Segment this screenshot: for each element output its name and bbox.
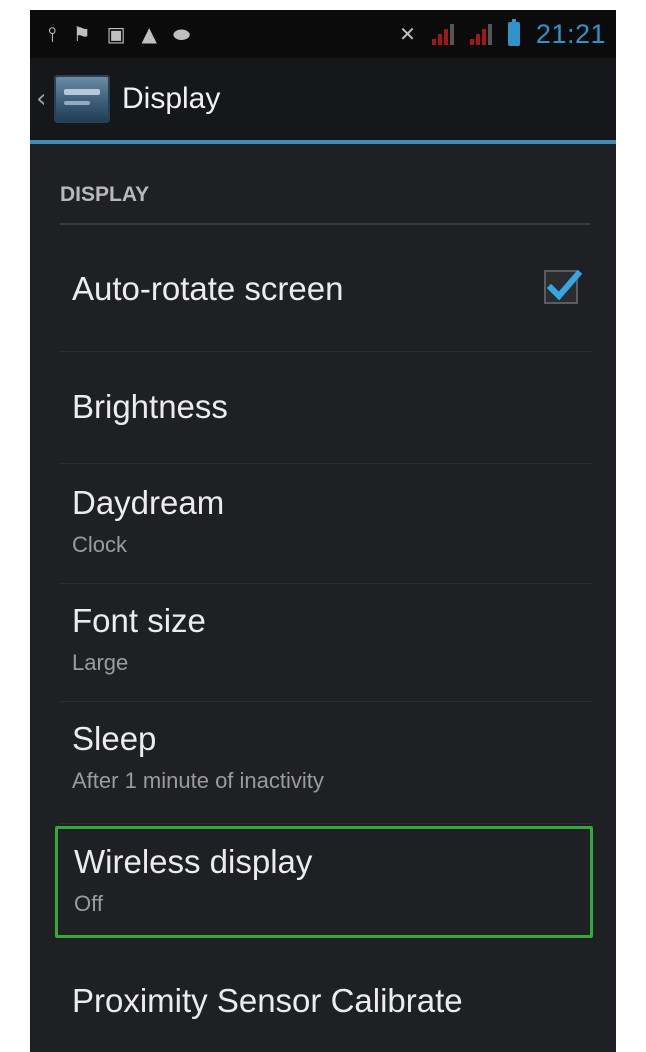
setting-font-size[interactable]: Font size Large (60, 584, 592, 702)
notification-icons: ⫯ ⚑ ▣ ▲ ⬬ (48, 24, 190, 44)
setting-title: Font size (72, 602, 206, 639)
checkmark-icon (546, 269, 583, 301)
display-settings-icon[interactable] (54, 75, 110, 123)
auto-rotate-checkbox[interactable] (544, 269, 583, 304)
setting-brightness[interactable]: Brightness (60, 352, 592, 464)
action-bar: ‹ Display (30, 58, 616, 144)
setting-title: Daydream (72, 484, 225, 521)
back-caret-icon[interactable]: ‹ (36, 84, 52, 114)
setting-summary: Off (74, 891, 103, 916)
signal-icon (431, 23, 454, 45)
setting-title: Sleep (72, 720, 157, 757)
setting-title: Wireless display (74, 843, 313, 880)
setting-auto-rotate[interactable]: Auto-rotate screen (60, 236, 592, 352)
signal-icon (469, 23, 492, 45)
clock: 21:21 (535, 18, 606, 49)
setting-title: Proximity Sensor Calibrate (72, 982, 463, 1019)
setting-title: Auto-rotate screen (72, 270, 344, 307)
setting-summary: Large (72, 650, 129, 675)
setting-daydream[interactable]: Daydream Clock (60, 464, 592, 584)
setting-title: Brightness (72, 388, 228, 425)
system-icons: ✕ 21:21 (399, 19, 606, 50)
status-bar: ⫯ ⚑ ▣ ▲ ⬬ ✕ 21:21 (30, 10, 616, 58)
battery-icon (507, 19, 520, 46)
section-header-display: DISPLAY (60, 183, 590, 225)
screenshot-icon: ▣ (106, 22, 126, 46)
wifi-icon: ⚑ (72, 22, 91, 46)
setting-summary: After 1 minute of inactivity (72, 768, 324, 793)
setting-summary: Clock (72, 532, 128, 557)
mute-icon: ✕ (399, 22, 416, 46)
warning-icon: ▲ (141, 22, 157, 46)
page-title: Display (122, 82, 221, 115)
phone-screen: ⫯ ⚑ ▣ ▲ ⬬ ✕ 21:21 ‹ Display DISPLAY Auto… (30, 10, 616, 1052)
setting-proximity-sensor-calibrate[interactable]: Proximity Sensor Calibrate (60, 950, 592, 1052)
android-icon: ⬬ (172, 22, 191, 46)
usb-icon: ⫯ (48, 22, 57, 46)
setting-wireless-display[interactable]: Wireless display Off (55, 826, 593, 938)
setting-sleep[interactable]: Sleep After 1 minute of inactivity (60, 702, 592, 824)
